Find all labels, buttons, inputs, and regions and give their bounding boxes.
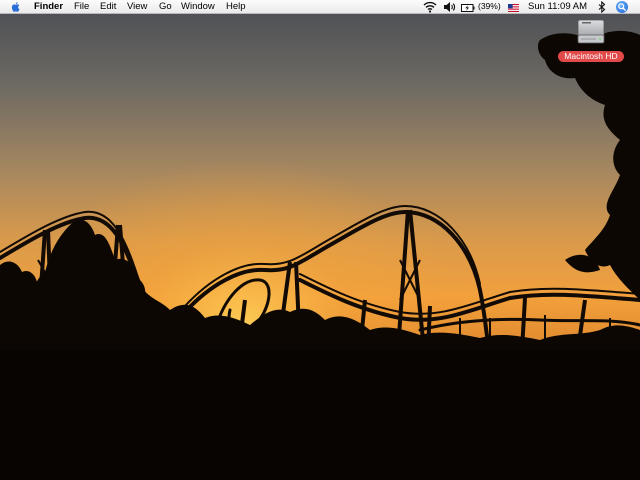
apple-menu-icon[interactable] (10, 1, 22, 13)
menu-file[interactable]: File (74, 0, 89, 13)
menu-view[interactable]: View (127, 0, 147, 13)
battery-percent[interactable]: (39%) (478, 0, 501, 13)
menu-edit[interactable]: Edit (100, 0, 116, 13)
desktop-wallpaper (0, 0, 640, 480)
menu-clock[interactable]: Sun 11:09 AM (528, 0, 587, 13)
us-flag-icon[interactable] (508, 3, 519, 12)
menu-help[interactable]: Help (226, 0, 246, 13)
desktop-icon-macintosh-hd[interactable]: Macintosh HD (555, 18, 627, 66)
desktop-icon-label: Macintosh HD (558, 51, 624, 62)
bluetooth-icon[interactable] (598, 0, 606, 14)
desktop[interactable]: Finder File Edit View Go Window Help (39… (0, 0, 640, 480)
menu-bar: Finder File Edit View Go Window Help (39… (0, 0, 640, 14)
spotlight-button[interactable] (616, 1, 628, 13)
menu-app-finder[interactable]: Finder (34, 0, 63, 13)
menu-go[interactable]: Go (159, 0, 172, 13)
menu-window[interactable]: Window (181, 0, 215, 13)
hard-drive-icon (577, 19, 605, 44)
battery-charging-icon[interactable] (461, 3, 475, 12)
volume-icon[interactable] (443, 1, 457, 13)
wifi-icon[interactable] (423, 1, 437, 13)
spotlight-icon (618, 3, 626, 11)
